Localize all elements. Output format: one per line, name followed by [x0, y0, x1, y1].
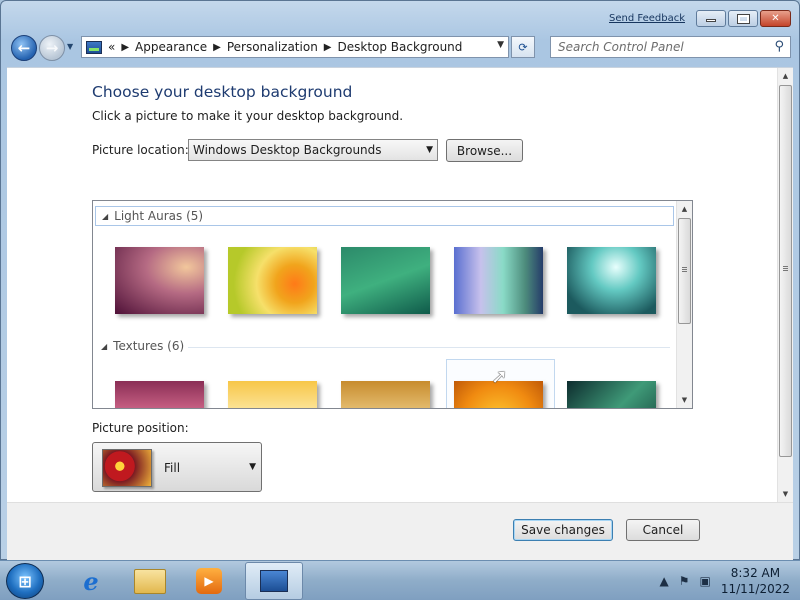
navigation-bar: ← → ▼ « ▶ Appearance ▶ Personalization ▶… — [1, 32, 799, 62]
cancel-button[interactable]: Cancel — [626, 519, 700, 541]
wallpaper-thumbnail[interactable] — [228, 247, 317, 314]
send-feedback-link[interactable]: Send Feedback — [609, 13, 685, 24]
forward-arrow-icon: → — [45, 39, 59, 57]
search-input[interactable]: Search Control Panel ⚲ — [550, 36, 791, 58]
position-preview-image — [102, 449, 152, 487]
chevron-down-icon: ▼ — [426, 145, 433, 155]
wallpaper-thumbnail[interactable] — [454, 247, 543, 314]
wallpaper-gallery: ◢ Light Auras (5) ◢ Textures (6) ▲ ▼ — [92, 200, 693, 409]
footer-bar: Save changes Cancel — [7, 502, 793, 560]
maximize-button[interactable] — [728, 10, 758, 27]
picture-position-select[interactable]: Fill ▼ — [92, 442, 262, 492]
group-divider — [188, 347, 670, 348]
network-icon[interactable]: ▣ — [699, 574, 710, 588]
refresh-button[interactable]: ⟳ — [511, 36, 535, 58]
wallpaper-thumbnail[interactable] — [115, 381, 204, 408]
breadcrumb-appearance[interactable]: Appearance — [135, 40, 207, 54]
action-center-flag-icon[interactable]: ⚑ — [679, 574, 690, 588]
minimize-button[interactable] — [696, 10, 726, 27]
control-panel-icon — [260, 570, 288, 592]
windows-logo-icon: ⊞ — [18, 571, 32, 591]
breadcrumb-personalization[interactable]: Personalization — [227, 40, 318, 54]
picture-position-label: Picture position: — [92, 421, 189, 435]
picture-location-label: Picture location: — [92, 143, 189, 157]
main-area: Choose your desktop background Click a p… — [7, 68, 777, 502]
clock[interactable]: 8:32 AM 11/11/2022 — [721, 565, 790, 597]
wallpaper-thumbnail[interactable] — [567, 381, 656, 408]
folder-icon — [134, 568, 166, 594]
caption-buttons: ✕ — [696, 10, 791, 27]
control-panel-icon — [86, 40, 102, 54]
chevron-right-icon[interactable]: ▶ — [213, 42, 221, 53]
mouse-cursor-icon: ➚ — [491, 364, 508, 388]
group-name: Light Auras (5) — [114, 209, 204, 223]
gallery-scrollbar[interactable]: ▲ ▼ — [676, 201, 692, 408]
wallpaper-thumbnail[interactable] — [115, 247, 204, 314]
group-header-light-auras[interactable]: ◢ Light Auras (5) — [95, 206, 674, 226]
forward-button[interactable]: → — [39, 35, 65, 61]
show-hidden-icons-icon[interactable]: ▲ — [659, 574, 668, 588]
address-dropdown-icon[interactable]: ▼ — [497, 40, 504, 50]
close-button[interactable]: ✕ — [760, 10, 791, 27]
refresh-icon: ⟳ — [518, 40, 528, 54]
media-player-icon: ▶ — [196, 568, 222, 594]
taskbar-control-panel[interactable] — [245, 562, 303, 600]
picture-position-value: Fill — [164, 461, 181, 475]
collapse-triangle-icon: ◢ — [102, 211, 109, 221]
breadcrumb-overflow[interactable]: « — [108, 40, 115, 54]
address-bar[interactable]: « ▶ Appearance ▶ Personalization ▶ Deskt… — [81, 36, 509, 58]
page-subtitle: Click a picture to make it your desktop … — [92, 109, 404, 123]
chevron-down-icon: ▼ — [249, 462, 256, 472]
start-button[interactable]: ⊞ — [6, 563, 44, 599]
page-title: Choose your desktop background — [92, 83, 353, 101]
scroll-up-icon[interactable]: ▲ — [677, 201, 692, 217]
save-changes-button[interactable]: Save changes — [513, 519, 613, 541]
grip-icon — [682, 267, 687, 273]
scroll-down-icon[interactable]: ▼ — [677, 392, 692, 408]
close-icon: ✕ — [771, 13, 780, 24]
breadcrumb-desktop-background[interactable]: Desktop Background — [338, 40, 463, 54]
wallpaper-thumbnail[interactable] — [228, 381, 317, 408]
chevron-right-icon[interactable]: ▶ — [324, 42, 332, 53]
title-bar: Send Feedback ✕ — [1, 1, 799, 31]
taskbar: ⊞ e ▶ ▲ ⚑ ▣ 8:32 AM 11/11/2022 — [0, 560, 800, 600]
taskbar-internet-explorer[interactable]: e — [62, 562, 120, 600]
taskbar-windows-explorer[interactable] — [121, 562, 179, 600]
picture-location-select[interactable]: Windows Desktop Backgrounds ▼ — [188, 139, 438, 161]
internet-explorer-icon: e — [83, 566, 99, 596]
search-placeholder: Search Control Panel — [558, 40, 684, 54]
content-pane: Choose your desktop background Click a p… — [7, 67, 793, 560]
content-scrollbar[interactable]: ▲ ▼ — [777, 68, 793, 502]
wallpaper-thumbnail[interactable] — [341, 247, 430, 314]
scroll-up-icon[interactable]: ▲ — [778, 68, 793, 84]
wallpaper-thumbnail[interactable] — [567, 247, 656, 314]
scrollbar-thumb[interactable] — [678, 218, 691, 324]
taskbar-media-player[interactable]: ▶ — [180, 562, 238, 600]
grip-icon — [783, 266, 788, 272]
scrollbar-thumb[interactable] — [779, 85, 792, 457]
clock-date: 11/11/2022 — [720, 582, 790, 596]
search-icon[interactable]: ⚲ — [774, 39, 784, 54]
collapse-triangle-icon: ◢ — [101, 341, 108, 351]
scroll-down-icon[interactable]: ▼ — [778, 486, 793, 502]
clock-time: 8:32 AM — [730, 566, 781, 580]
minimize-icon — [706, 19, 716, 22]
browse-button[interactable]: Browse... — [446, 139, 523, 162]
picture-location-value: Windows Desktop Backgrounds — [193, 143, 382, 157]
back-arrow-icon: ← — [17, 39, 31, 57]
recent-pages-dropdown[interactable]: ▼ — [67, 42, 73, 51]
group-name: Textures (6) — [113, 339, 185, 353]
group-header-textures[interactable]: ◢ Textures (6) — [95, 336, 184, 356]
wallpaper-thumbnail[interactable] — [341, 381, 430, 408]
back-button[interactable]: ← — [11, 35, 37, 61]
system-tray: ▲ ⚑ ▣ 8:32 AM 11/11/2022 — [659, 561, 790, 600]
chevron-right-icon[interactable]: ▶ — [121, 42, 129, 53]
control-panel-window: Send Feedback ✕ ← → ▼ « ▶ Appearance ▶ P… — [0, 0, 800, 560]
maximize-icon — [736, 13, 750, 24]
